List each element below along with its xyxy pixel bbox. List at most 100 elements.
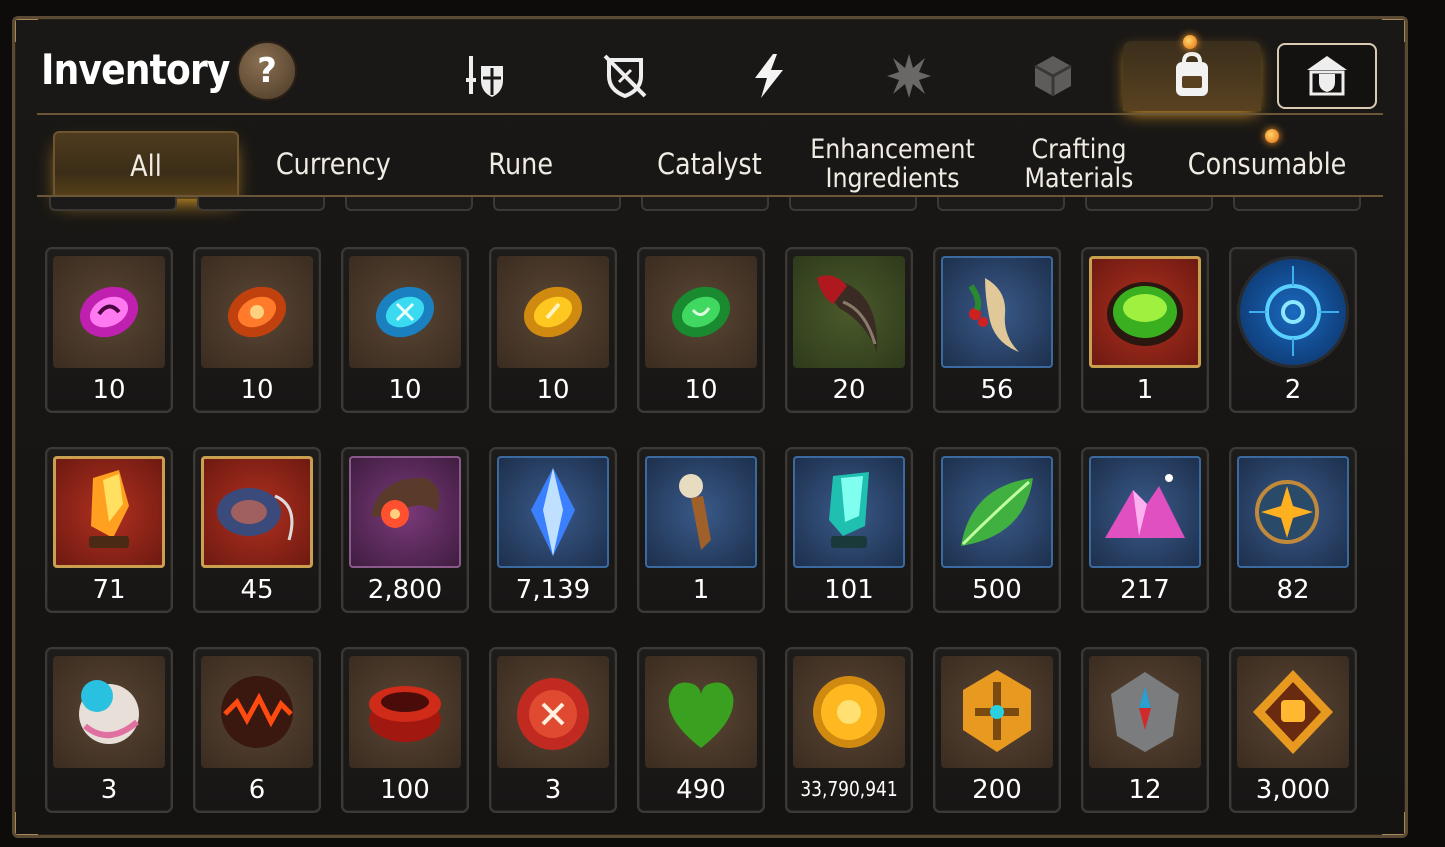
item-slot[interactable]: 20 <box>785 247 913 413</box>
item-slot[interactable]: 1 <box>637 447 765 613</box>
heart-icon <box>645 656 757 768</box>
notification-dot <box>1265 129 1279 143</box>
item-slot[interactable]: 6 <box>193 647 321 813</box>
tab-skill[interactable] <box>737 43 801 109</box>
lightning-icon <box>755 54 783 98</box>
portal-seal-icon <box>1237 256 1349 368</box>
sword-shield-icon <box>466 56 503 97</box>
teal-crystal-icon <box>793 456 905 568</box>
tab-currency[interactable]: Currency <box>245 131 421 197</box>
item-slot[interactable] <box>345 197 473 211</box>
item-slot[interactable]: 217 <box>1081 447 1209 613</box>
scroll-icon <box>53 656 165 768</box>
item-slot[interactable] <box>1085 197 1213 211</box>
item-slot[interactable]: 101 <box>785 447 913 613</box>
item-quantity: 6 <box>248 775 266 805</box>
item-slot[interactable]: 1 <box>1081 247 1209 413</box>
item-quantity: 10 <box>240 375 274 405</box>
red-bracelet-icon <box>349 656 461 768</box>
item-slot[interactable]: 3 <box>489 647 617 813</box>
item-quantity: 3 <box>100 775 118 805</box>
scrolled-row-remnant <box>41 197 1361 211</box>
fire-rune-icon <box>201 256 313 368</box>
item-slot[interactable]: 10 <box>193 247 321 413</box>
cube-icon <box>1034 56 1072 96</box>
item-quantity: 10 <box>536 375 570 405</box>
light-rune-icon <box>497 256 609 368</box>
pendant-icon <box>201 456 313 568</box>
item-slot[interactable]: 490 <box>637 647 765 813</box>
tab-guild[interactable] <box>1277 43 1377 109</box>
gold-coin-icon <box>793 656 905 768</box>
sub-tab-bar: All Currency Rune Catalyst Enhancement I… <box>49 129 1369 199</box>
lava-orb-icon <box>201 656 313 768</box>
tab-disabled[interactable] <box>593 43 657 109</box>
notification-dot <box>1183 35 1197 49</box>
leaf-icon <box>941 456 1053 568</box>
item-slot[interactable]: 2 <box>1229 247 1357 413</box>
item-quantity: 2 <box>1284 375 1302 405</box>
tab-cube[interactable] <box>1021 43 1085 109</box>
item-slot[interactable]: 10 <box>489 247 617 413</box>
wind-rune-icon <box>645 256 757 368</box>
ice-rune-icon <box>349 256 461 368</box>
frame-corner <box>1382 812 1405 835</box>
item-quantity: 33,790,941 <box>800 777 898 801</box>
tab-all[interactable]: All <box>53 131 239 199</box>
tab-awakening[interactable] <box>877 43 941 109</box>
item-slot[interactable]: 71 <box>45 447 173 613</box>
item-slot[interactable]: 10 <box>45 247 173 413</box>
item-slot[interactable]: 3 <box>45 647 173 813</box>
item-quantity: 10 <box>684 375 718 405</box>
tab-bag[interactable] <box>1123 35 1261 111</box>
stone-compass-icon <box>1089 656 1201 768</box>
item-slot[interactable]: 100 <box>341 647 469 813</box>
item-quantity: 12 <box>1128 775 1162 805</box>
item-slot[interactable]: 82 <box>1229 447 1357 613</box>
item-quantity: 1 <box>1136 375 1154 405</box>
tab-crafting-materials[interactable]: Crafting Materials <box>1009 131 1149 197</box>
item-quantity: 71 <box>92 575 126 605</box>
tab-catalyst[interactable]: Catalyst <box>621 131 797 197</box>
item-slot[interactable]: 33,790,941 <box>785 647 913 813</box>
star-amulet-icon <box>1237 456 1349 568</box>
gold-emblem-icon <box>941 656 1053 768</box>
item-slot[interactable] <box>197 197 325 211</box>
item-slot[interactable]: 56 <box>933 247 1061 413</box>
item-quantity: 7,139 <box>515 575 591 605</box>
item-quantity: 490 <box>676 775 726 805</box>
item-quantity: 217 <box>1120 575 1170 605</box>
purple-rune-icon <box>53 256 165 368</box>
item-slot[interactable]: 10 <box>341 247 469 413</box>
tab-equipment[interactable] <box>453 43 517 109</box>
item-slot[interactable]: 3,000 <box>1229 647 1357 813</box>
item-slot[interactable]: 10 <box>637 247 765 413</box>
item-slot[interactable]: 200 <box>933 647 1061 813</box>
bookmark-icon <box>645 456 757 568</box>
category-tab-bar <box>15 35 1405 111</box>
item-slot[interactable] <box>641 197 769 211</box>
item-quantity: 3 <box>544 775 562 805</box>
item-slot[interactable]: 500 <box>933 447 1061 613</box>
item-slot[interactable] <box>937 197 1065 211</box>
divider <box>37 113 1383 115</box>
item-slot[interactable]: 2,800 <box>341 447 469 613</box>
tab-rune[interactable]: Rune <box>433 131 609 197</box>
flower-charm-icon <box>349 456 461 568</box>
frame-corner <box>15 812 38 835</box>
item-slot[interactable] <box>49 197 177 211</box>
item-slot[interactable] <box>789 197 917 211</box>
frame-corner <box>1382 19 1405 42</box>
tab-consumable[interactable]: Consumable <box>1177 129 1357 197</box>
inventory-panel: Inventory ? All Currency Rune Catalyst E… <box>12 16 1408 838</box>
beast-claw-icon <box>793 256 905 368</box>
item-slot[interactable]: 12 <box>1081 647 1209 813</box>
item-quantity: 101 <box>824 575 874 605</box>
item-slot[interactable] <box>1233 197 1361 211</box>
item-slot[interactable]: 7,139 <box>489 447 617 613</box>
blue-crystal-icon <box>497 456 609 568</box>
burst-icon <box>887 54 931 98</box>
item-slot[interactable]: 45 <box>193 447 321 613</box>
tab-enhancement-ingredients[interactable]: Enhancement Ingredients <box>801 131 983 197</box>
item-slot[interactable] <box>493 197 621 211</box>
